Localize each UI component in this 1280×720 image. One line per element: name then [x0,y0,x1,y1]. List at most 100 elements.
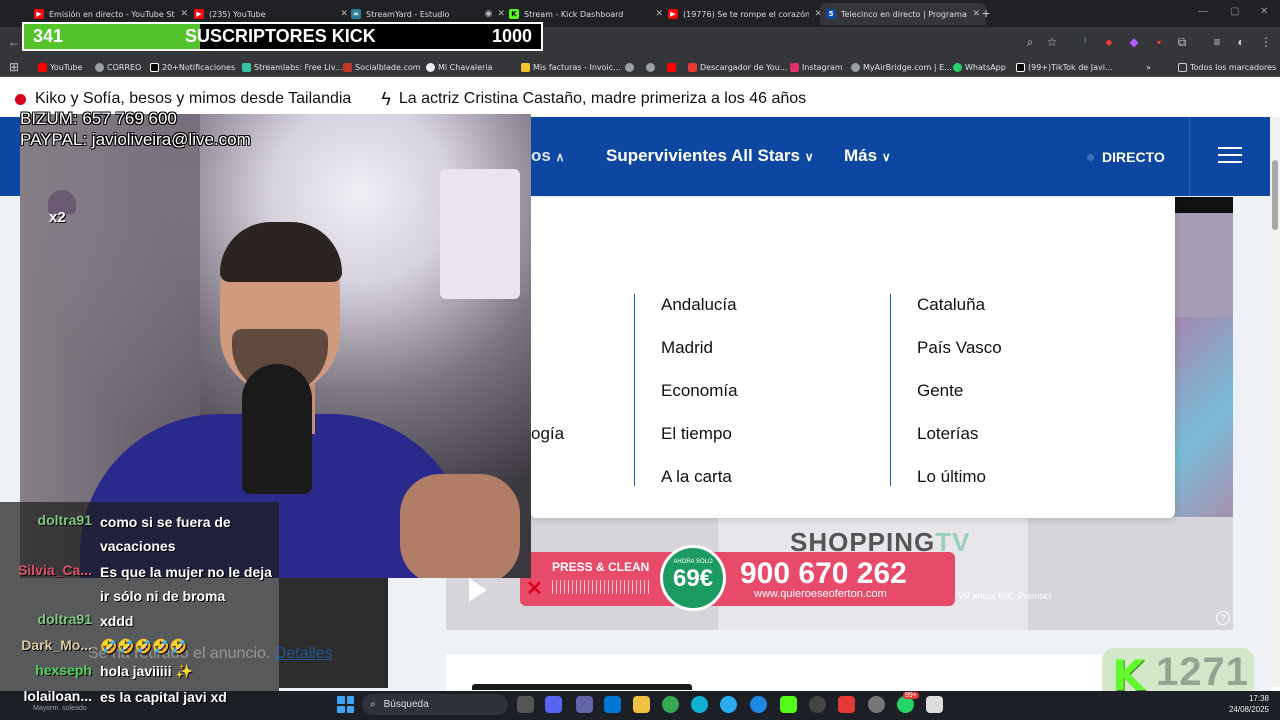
bookmark-tiktok[interactable]: (99+)TikTok de Javi... [1016,60,1113,74]
profile-avatar[interactable]: ◐ [1233,34,1249,50]
live-link[interactable]: DIRECTO [1087,149,1165,165]
back-icon[interactable]: ← [6,34,22,50]
zoom-icon[interactable]: ⌕ [1022,34,1038,50]
bookmark-facturas[interactable]: Mis facturas - Invoic... [521,60,621,74]
tab-youtube-video[interactable]: ▶ (19776) Se te rompe el corazón... ✕ [662,3,828,25]
app-icon[interactable] [838,696,855,713]
nav-item-mas[interactable]: Más ∨ [844,146,891,166]
dropdown-item[interactable]: El tiempo [661,424,732,444]
chat-username: Dark_Mo... [21,637,92,653]
extension-icon[interactable]: ● [1101,34,1117,50]
dropdown-item[interactable]: Loterías [917,424,978,444]
obs-icon[interactable] [809,696,826,713]
bookmark-whatsapp[interactable]: WhatsApp [953,60,1006,74]
tab-title: Stream - Kick Dashboard [524,9,624,19]
app-icon[interactable] [868,696,885,713]
bookmark-socialblade[interactable]: Socialblade.com [343,60,421,74]
dropdown-item[interactable]: Lo último [917,467,986,487]
goal-label: SUSCRIPTORES KICK [185,26,376,46]
dropdown-item[interactable]: Madrid [661,338,713,358]
dropdown-item[interactable]: País Vasco [917,338,1002,358]
paypal-text: PAYPAL: javioliveira@live.com [20,130,251,149]
youtube-icon: ▶ [34,9,44,19]
bookmark-chavaleria[interactable]: Mi Chavaleria [426,60,492,74]
ticker-headline[interactable]: La actriz Cristina Castaño, madre primer… [399,90,806,108]
outlook-icon[interactable] [604,696,621,713]
app-icon[interactable] [926,696,943,713]
close-window-icon[interactable]: ✕ [1260,6,1268,17]
discord-icon[interactable] [545,696,562,713]
start-button[interactable] [337,696,354,713]
live-dot-icon [15,93,26,105]
dropdown-item[interactable]: ogía [531,424,564,444]
dropdown-item[interactable]: A la carta [661,467,732,487]
maximize-icon[interactable]: ▢ [1230,6,1239,17]
close-icon[interactable]: ✕ [180,9,188,19]
tab-title: StreamYard - Estudio [366,9,450,19]
bookmark-youtube-red[interactable] [667,60,676,74]
hamburger-menu-icon[interactable] [1218,147,1242,165]
tab-title: Telecinco en directo | Programación [841,9,967,19]
chat-message: Es que la mujer no le deja ir sólo ni de… [100,564,272,604]
bookmark-correo[interactable]: CORREO [95,60,141,74]
star-icon[interactable]: ☆ [1044,34,1060,50]
help-icon[interactable]: ? [1216,611,1230,625]
tab-telecinco[interactable]: 5 Telecinco en directo | Programación ✕ [820,3,986,25]
invoice-icon [521,62,530,72]
tab-title: (235) YouTube [209,9,266,19]
chat-username: doltra91 [37,512,92,528]
youtube-icon [38,62,47,72]
kick-app-icon[interactable] [780,696,797,713]
all-bookmarks[interactable]: Todos los marcadores [1178,60,1276,74]
nav-item-partial[interactable]: os ∧ [531,146,564,166]
more-bookmarks-icon[interactable]: » [1146,60,1151,74]
bookmark-youtube[interactable]: YouTube [38,60,83,74]
dropdown-item[interactable]: Economía [661,381,738,401]
bookmark-instagram[interactable]: Instagram [790,60,843,74]
teams-icon[interactable] [576,696,593,713]
taskbar-search[interactable]: ⌕ Búsqueda [362,694,508,715]
weather-widget[interactable]: Mayorm. soleado [33,705,87,712]
bookmark-downloader[interactable]: Descargador de You... [688,60,787,74]
edge-icon[interactable] [691,696,708,713]
bookmark-notifications[interactable]: 20+Notificaciones [150,60,235,74]
globe-icon [646,62,655,72]
cloud-icon [851,62,860,72]
bookmark-globe[interactable] [646,60,655,74]
chevron-down-icon: ∨ [804,150,814,164]
nav-dropdown-menu [530,197,1175,518]
bookmark-globe[interactable] [625,60,634,74]
scrollbar-thumb[interactable] [1272,160,1278,230]
media-icon[interactable]: ≡ [1209,34,1225,50]
dropdown-item[interactable]: Andalucía [661,295,737,315]
details-link[interactable]: Detalles [275,645,333,662]
play-icon[interactable] [469,578,487,602]
folder-icon [1178,62,1187,72]
dropdown-item[interactable]: Gente [917,381,963,401]
extension-icon[interactable]: ▪ [1151,34,1167,50]
apps-icon[interactable]: ⊞ [6,59,22,75]
bookmark-myairbridge[interactable]: MyAirBridge.com | E... [851,60,952,74]
extension-icon[interactable]: ⁾ [1077,34,1093,50]
instagram-icon [790,62,799,72]
task-view-icon[interactable] [517,696,534,713]
extension-icon[interactable]: ◆ [1126,34,1142,50]
menu-icon[interactable]: ⋮ [1258,34,1274,50]
minimize-icon[interactable]: — [1198,6,1208,17]
close-icon[interactable]: ✕ [972,9,980,19]
puzzle-icon[interactable]: ⧉ [1174,34,1190,50]
nav-item-supervivientes[interactable]: Supervivientes All Stars ∨ [606,146,814,166]
browser-icon[interactable] [750,696,767,713]
chrome-icon[interactable] [662,696,679,713]
tab-title: (19776) Se te rompe el corazón... [683,9,810,19]
ticker-headline[interactable]: Kiko y Sofía, besos y mimos desde Tailan… [35,90,351,108]
viewer-count: 1271 [1156,650,1249,694]
new-tab-button[interactable]: + [982,5,990,21]
folder-icon[interactable] [633,696,650,713]
bookmark-streamlabs[interactable]: Streamlabs: Free Liv... [242,60,343,74]
close-icon[interactable]: ✕ [526,576,543,601]
telegram-icon[interactable] [720,696,737,713]
download-icon [688,62,697,72]
dropdown-item[interactable]: Cataluña [917,295,985,315]
taskbar-clock[interactable]: 17:38 24/08/2025 [1219,693,1269,715]
